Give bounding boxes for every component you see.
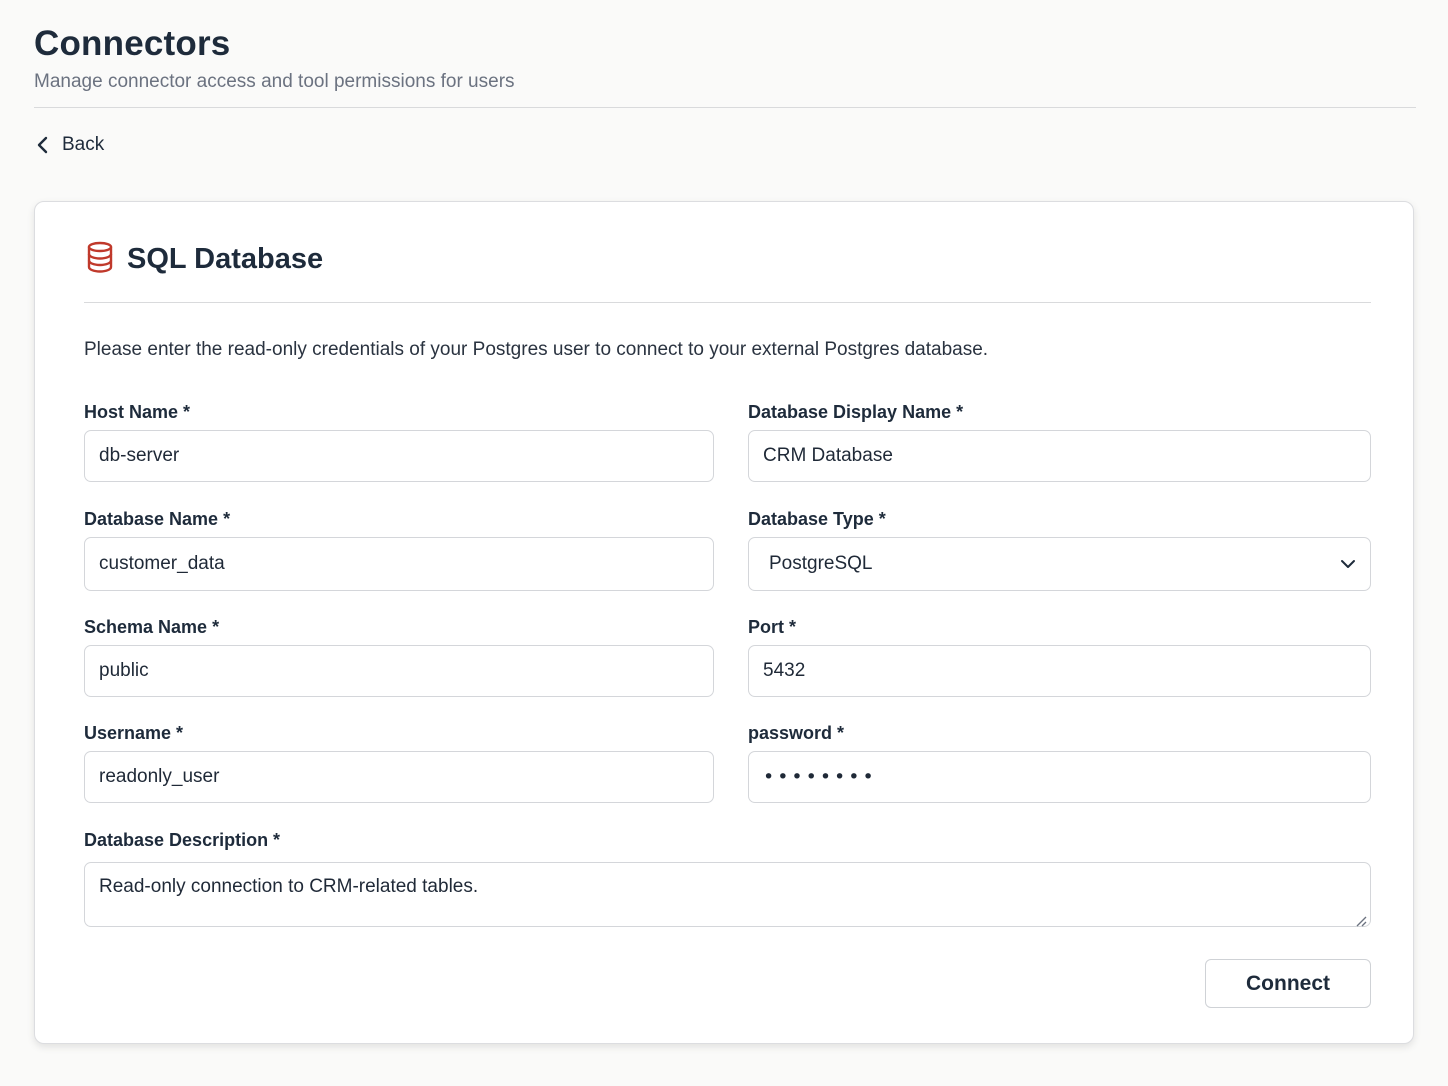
database-name-field: Database Name *	[84, 508, 714, 591]
display-name-input[interactable]	[748, 430, 1371, 482]
schema-name-input[interactable]	[84, 645, 714, 697]
host-name-field: Host Name *	[84, 401, 714, 482]
password-input[interactable]: ••••••••	[748, 751, 1371, 803]
database-icon	[85, 240, 115, 279]
display-name-label: Database Display Name *	[748, 402, 964, 422]
card-title: SQL Database	[127, 243, 324, 275]
header-divider	[34, 107, 1416, 108]
description-value: Read-only connection to CRM-related tabl…	[99, 876, 479, 897]
connectors-page: Connectors Manage connector access and t…	[0, 0, 1448, 1086]
description-label: Database Description *	[84, 830, 281, 850]
sql-database-card: SQL Database Please enter the read-only …	[34, 201, 1414, 1044]
card-intro-text: Please enter the read-only credentials o…	[84, 339, 989, 360]
page-subtitle: Manage connector access and tool permiss…	[34, 71, 515, 92]
host-name-label: Host Name *	[84, 402, 191, 422]
card-divider	[84, 302, 1371, 303]
schema-name-label: Schema Name *	[84, 617, 220, 637]
database-type-field: Database Type * PostgreSQL	[748, 508, 1371, 591]
display-name-field: Database Display Name *	[748, 401, 1371, 482]
username-input[interactable]	[84, 751, 714, 803]
description-textarea[interactable]: Read-only connection to CRM-related tabl…	[84, 862, 1371, 927]
connect-button[interactable]: Connect	[1205, 959, 1371, 1008]
chevron-left-icon	[36, 136, 50, 154]
host-name-input[interactable]	[84, 430, 714, 482]
port-field: Port *	[748, 616, 1371, 697]
username-field: Username *	[84, 722, 714, 803]
chevron-down-icon	[1340, 553, 1356, 575]
database-type-value: PostgreSQL	[769, 553, 873, 574]
database-type-select[interactable]: PostgreSQL	[748, 537, 1371, 591]
password-label: password *	[748, 723, 845, 743]
password-field: password * ••••••••	[748, 722, 1371, 803]
database-name-input[interactable]	[84, 537, 714, 591]
schema-name-field: Schema Name *	[84, 616, 714, 697]
description-field: Database Description * Read-only connect…	[84, 829, 1371, 927]
database-name-label: Database Name *	[84, 509, 231, 529]
back-label: Back	[62, 134, 105, 155]
database-type-label: Database Type *	[748, 509, 886, 529]
password-masked-value: ••••••••	[763, 766, 877, 788]
port-label: Port *	[748, 617, 797, 637]
page-title: Connectors	[34, 24, 231, 63]
card-header: SQL Database	[85, 240, 323, 279]
username-label: Username *	[84, 723, 184, 743]
back-button[interactable]: Back	[36, 134, 104, 156]
port-input[interactable]	[748, 645, 1371, 697]
resize-handle-icon[interactable]	[1355, 911, 1367, 927]
